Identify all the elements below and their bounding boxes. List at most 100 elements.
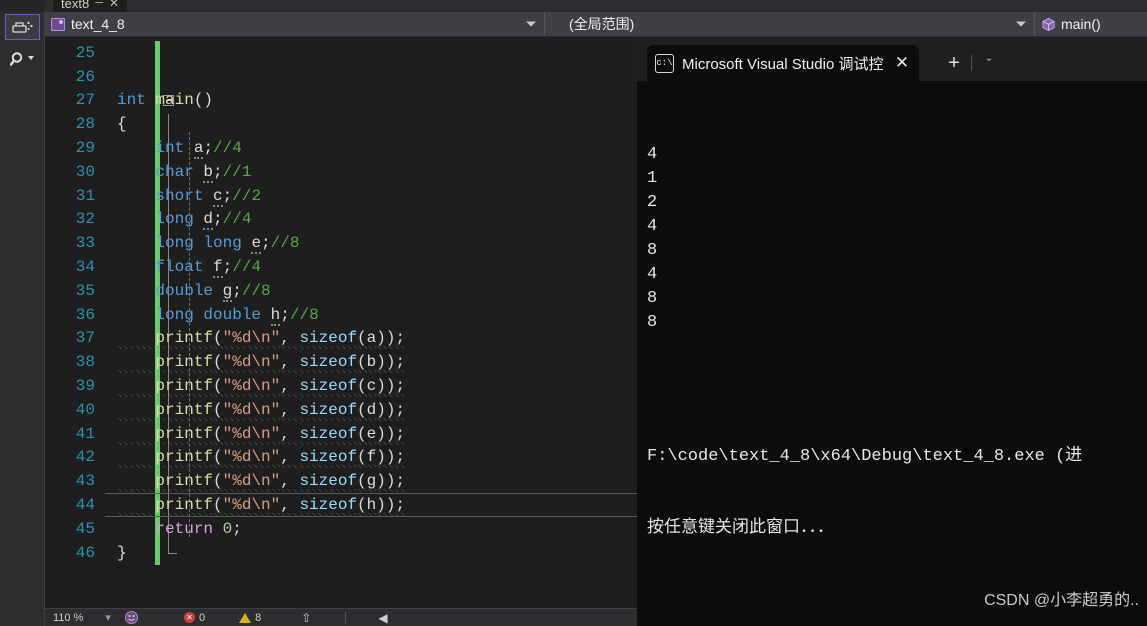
- code-token: //2: [232, 186, 262, 205]
- ready-indicator: [125, 609, 138, 626]
- status-separator: [345, 611, 347, 624]
- code-line-text: }: [117, 544, 127, 562]
- code-line[interactable]: 41 printf("%d\n", sizeof(e));: [45, 422, 637, 446]
- code-token: ));: [376, 424, 406, 445]
- left-arrow-icon[interactable]: ◀: [378, 609, 387, 626]
- code-token: (: [357, 496, 367, 517]
- toolbox-icon[interactable]: [5, 14, 40, 40]
- code-line[interactable]: 37 printf("%d\n", sizeof(a));: [45, 327, 637, 351]
- console-tab[interactable]: c:\ Microsoft Visual Studio 调试控 ✕: [647, 45, 919, 81]
- code-line[interactable]: 29 int a;//4: [45, 136, 637, 160]
- code-token: //8: [270, 234, 300, 253]
- code-token: sizeof: [299, 353, 358, 374]
- code-line[interactable]: 44 printf("%d\n", sizeof(h));: [45, 493, 637, 517]
- code-line[interactable]: 34 float f;//4: [45, 255, 637, 279]
- file-selector-dropdown[interactable]: text_4_8: [45, 12, 545, 36]
- code-token: //8: [289, 305, 319, 324]
- code-token: ));: [376, 377, 406, 398]
- code-line[interactable]: 42 printf("%d\n", sizeof(f));: [45, 446, 637, 470]
- line-number: 32: [75, 210, 95, 229]
- code-line[interactable]: 39 printf("%d\n", sizeof(c));: [45, 374, 637, 398]
- scope-selector-value: (全局范围): [569, 16, 635, 32]
- code-lines-container: 25 26 27 int main() 28{29 int a;//4 30 char b…: [45, 41, 637, 565]
- code-token: ,: [280, 448, 300, 469]
- error-count-indicator[interactable]: ✕ 0: [184, 609, 205, 626]
- code-token: f: [366, 448, 377, 469]
- code-token: d: [203, 210, 214, 231]
- code-token: //4: [232, 258, 262, 277]
- code-token: (: [357, 472, 367, 493]
- scope-selector-dropdown[interactable]: (全局范围): [545, 12, 1035, 36]
- warning-count-indicator[interactable]: 8: [239, 609, 261, 626]
- chevron-down-icon[interactable]: ˇ: [976, 45, 1002, 81]
- code-token: (: [213, 496, 223, 517]
- code-token: ;: [213, 162, 223, 181]
- close-icon[interactable]: ✕: [109, 0, 119, 10]
- code-token: "%d\n": [222, 329, 281, 350]
- zoom-level[interactable]: 110 % ▾: [45, 609, 117, 626]
- code-token: (: [357, 329, 367, 350]
- line-number: 25: [75, 43, 95, 62]
- code-line[interactable]: 26: [45, 65, 637, 89]
- close-icon[interactable]: ✕: [893, 53, 911, 73]
- code-token: ;: [280, 305, 290, 324]
- line-number: 36: [75, 305, 95, 324]
- code-token: sizeof: [299, 329, 358, 350]
- line-number: 42: [75, 448, 95, 467]
- line-number: 28: [75, 115, 95, 134]
- code-token: printf: [155, 424, 214, 445]
- code-line[interactable]: 45 return 0;: [45, 517, 637, 541]
- code-editor[interactable]: 25 26 27 int main() 28{29 int a;//4 30 char b…: [45, 37, 637, 608]
- rail-top-filler: [0, 0, 45, 12]
- code-line[interactable]: 25: [45, 41, 637, 65]
- code-token: return: [155, 519, 214, 538]
- code-line[interactable]: 32 long d;//4: [45, 208, 637, 232]
- code-line-text: printf("%d\n", sizeof(g));: [117, 472, 406, 493]
- line-number: 33: [75, 234, 95, 253]
- zoom-dropdown-icon[interactable]: ▾: [105, 611, 111, 624]
- error-icon: ✕: [184, 612, 195, 623]
- console-output-lines: 4 1 2 4 8 4 8 8: [647, 143, 1147, 335]
- code-line[interactable]: 36 long double h;//8: [45, 303, 637, 327]
- chevron-down-icon[interactable]: [526, 21, 536, 27]
- code-line[interactable]: 30 char b;//1: [45, 160, 637, 184]
- code-line[interactable]: 46}: [45, 541, 637, 565]
- cs-file-icon: [51, 17, 65, 31]
- code-token: }: [117, 543, 127, 562]
- code-token: ;: [222, 186, 233, 205]
- code-token: printf: [155, 377, 214, 398]
- code-token: "%d\n": [222, 448, 281, 469]
- console-output[interactable]: 4 1 2 4 8 4 8 8 F:\code\text_4_8\x64\Debug\text…: [637, 81, 1147, 589]
- code-line[interactable]: 31 short c;//2: [45, 184, 637, 208]
- code-token: ;: [232, 281, 242, 300]
- code-line-text: long d;//4: [117, 210, 251, 231]
- up-arrow-icon[interactable]: ⇧: [301, 609, 311, 626]
- code-token: "%d\n": [222, 496, 281, 517]
- code-line[interactable]: 40 printf("%d\n", sizeof(d));: [45, 398, 637, 422]
- code-line[interactable]: 35 double g;//8: [45, 279, 637, 303]
- code-token: "%d\n": [222, 377, 281, 398]
- member-selector-dropdown[interactable]: main(): [1035, 12, 1147, 36]
- code-line[interactable]: 28 {: [45, 112, 637, 136]
- console-output-line: 4: [647, 217, 658, 236]
- code-token: ;: [232, 519, 242, 538]
- code-line[interactable]: 33 long long e;//8: [45, 231, 637, 255]
- code-token: b: [366, 353, 377, 374]
- code-line[interactable]: 38 printf("%d\n", sizeof(b));: [45, 350, 637, 374]
- chevron-down-icon[interactable]: [1016, 21, 1026, 27]
- code-token: //8: [241, 281, 271, 300]
- line-number: 37: [75, 329, 95, 348]
- pin-icon[interactable]: ─: [95, 0, 103, 9]
- code-token: f: [213, 258, 223, 279]
- new-tab-button[interactable]: +: [941, 45, 967, 81]
- code-line[interactable]: 43 printf("%d\n", sizeof(g));: [45, 469, 637, 493]
- code-line-text: int main(): [117, 91, 213, 109]
- search-icon[interactable]: [5, 46, 40, 72]
- document-tab-partial[interactable]: text8 ─ ✕: [53, 0, 128, 12]
- code-line[interactable]: 27 int main(): [45, 89, 637, 113]
